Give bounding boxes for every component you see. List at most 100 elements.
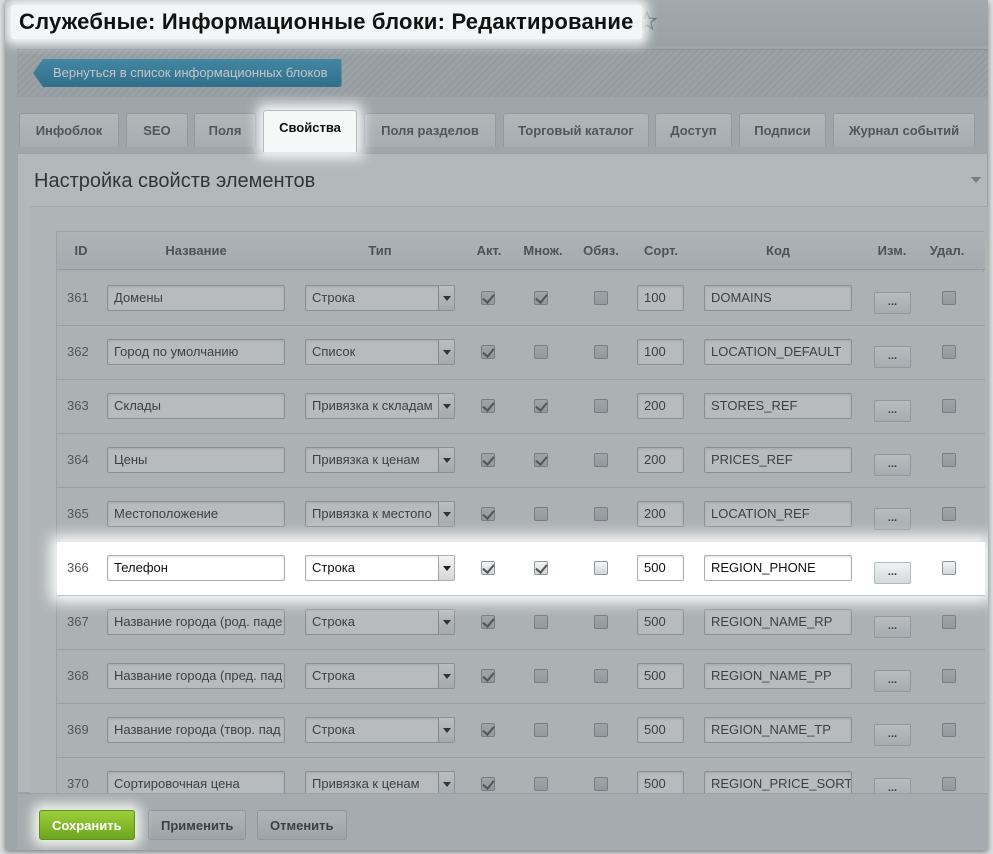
tab-event-log[interactable]: Журнал событий (833, 113, 975, 147)
required-checkbox[interactable] (594, 669, 608, 683)
delete-checkbox[interactable] (942, 345, 956, 359)
property-type-select[interactable]: Строка (305, 285, 455, 311)
property-type-select[interactable]: Привязка к местопо (305, 501, 455, 527)
table-row: 361 Домены Строка 100 DOMAINS... (57, 272, 985, 326)
tab-fields[interactable]: Поля (194, 113, 256, 147)
tab-section-fields[interactable]: Поля разделов (364, 113, 496, 147)
delete-checkbox[interactable] (942, 777, 956, 791)
cancel-button[interactable]: Отменить (257, 810, 347, 840)
delete-checkbox[interactable] (942, 291, 956, 305)
property-type-select[interactable]: Строка (305, 609, 455, 635)
multiple-checkbox[interactable] (534, 291, 548, 305)
delete-checkbox[interactable] (942, 399, 956, 413)
edit-property-button[interactable]: ... (874, 346, 911, 368)
property-type-select[interactable]: Привязка к складам (305, 393, 455, 419)
required-checkbox[interactable] (594, 291, 608, 305)
property-type-select[interactable]: Строка (305, 555, 455, 581)
multiple-checkbox[interactable] (534, 723, 548, 737)
sort-input[interactable]: 200 (637, 447, 684, 473)
code-input[interactable]: DOMAINS (704, 285, 852, 311)
multiple-checkbox[interactable] (534, 561, 548, 575)
delete-checkbox[interactable] (942, 507, 956, 521)
code-input[interactable]: LOCATION_REF (704, 501, 852, 527)
active-checkbox[interactable] (481, 345, 495, 359)
property-name-input[interactable]: Название города (род. паде (107, 609, 285, 635)
property-name-input[interactable]: Телефон (107, 555, 285, 581)
edit-property-button[interactable]: ... (874, 724, 911, 746)
required-checkbox[interactable] (594, 345, 608, 359)
property-type-select[interactable]: Строка (305, 663, 455, 689)
tab-seo[interactable]: SEO (126, 113, 188, 147)
sort-input[interactable]: 200 (637, 501, 684, 527)
tab-trade-catalog[interactable]: Торговый каталог (503, 113, 649, 147)
required-checkbox[interactable] (594, 777, 608, 791)
multiple-checkbox[interactable] (534, 507, 548, 521)
active-checkbox[interactable] (481, 615, 495, 629)
active-checkbox[interactable] (481, 399, 495, 413)
tab-captions[interactable]: Подписи (739, 113, 826, 147)
active-checkbox[interactable] (481, 777, 495, 791)
required-checkbox[interactable] (594, 453, 608, 467)
active-checkbox[interactable] (481, 669, 495, 683)
edit-property-button[interactable]: ... (874, 454, 911, 476)
sort-input[interactable]: 500 (637, 663, 684, 689)
back-to-list-button[interactable]: Вернуться в список информационных блоков (33, 59, 342, 87)
save-button[interactable]: Сохранить (39, 810, 135, 840)
delete-checkbox[interactable] (942, 453, 956, 467)
sort-input[interactable]: 200 (637, 393, 684, 419)
sort-input[interactable]: 100 (637, 285, 684, 311)
tab-access[interactable]: Доступ (655, 113, 732, 147)
active-checkbox[interactable] (481, 507, 495, 521)
code-input[interactable]: REGION_NAME_RP (704, 609, 852, 635)
edit-property-button[interactable]: ... (874, 400, 911, 422)
property-type-select[interactable]: Список (305, 339, 455, 365)
delete-checkbox[interactable] (942, 723, 956, 737)
multiple-checkbox[interactable] (534, 345, 548, 359)
required-checkbox[interactable] (594, 723, 608, 737)
required-checkbox[interactable] (594, 561, 608, 575)
active-checkbox[interactable] (481, 723, 495, 737)
delete-checkbox[interactable] (942, 669, 956, 683)
property-name-input[interactable]: Склады (107, 393, 285, 419)
code-input[interactable]: REGION_NAME_PP (704, 663, 852, 689)
property-name-input[interactable]: Название города (пред. пад (107, 663, 285, 689)
delete-checkbox[interactable] (942, 561, 956, 575)
edit-property-button[interactable]: ... (874, 616, 911, 638)
active-checkbox[interactable] (481, 291, 495, 305)
active-checkbox[interactable] (481, 561, 495, 575)
tab-properties[interactable]: Свойства (263, 110, 357, 152)
required-checkbox[interactable] (594, 399, 608, 413)
property-type-select[interactable]: Привязка к ценам (305, 447, 455, 473)
property-type-select[interactable]: Строка (305, 717, 455, 743)
tab-infoblock[interactable]: Инфоблок (19, 113, 119, 147)
required-checkbox[interactable] (594, 615, 608, 629)
code-input[interactable]: LOCATION_DEFAULT (704, 339, 852, 365)
delete-checkbox[interactable] (942, 615, 956, 629)
required-checkbox[interactable] (594, 507, 608, 521)
apply-button[interactable]: Применить (148, 810, 247, 840)
sort-input[interactable]: 500 (637, 609, 684, 635)
multiple-checkbox[interactable] (534, 777, 548, 791)
code-input[interactable]: STORES_REF (704, 393, 852, 419)
sort-input[interactable]: 500 (637, 555, 684, 581)
property-name-input[interactable]: Домены (107, 285, 285, 311)
edit-property-button[interactable]: ... (874, 670, 911, 692)
edit-property-button[interactable]: ... (874, 508, 911, 530)
code-input[interactable]: REGION_NAME_TP (704, 717, 852, 743)
property-name-input[interactable]: Местоположение (107, 501, 285, 527)
code-input[interactable]: REGION_PHONE (704, 555, 852, 581)
active-checkbox[interactable] (481, 453, 495, 467)
code-input[interactable]: PRICES_REF (704, 447, 852, 473)
edit-property-button[interactable]: ... (874, 562, 911, 584)
multiple-checkbox[interactable] (534, 615, 548, 629)
multiple-checkbox[interactable] (534, 399, 548, 413)
sort-input[interactable]: 500 (637, 717, 684, 743)
collapse-icon[interactable] (971, 176, 981, 184)
property-name-input[interactable]: Город по умолчанию (107, 339, 285, 365)
multiple-checkbox[interactable] (534, 453, 548, 467)
multiple-checkbox[interactable] (534, 669, 548, 683)
property-name-input[interactable]: Цены (107, 447, 285, 473)
sort-input[interactable]: 100 (637, 339, 684, 365)
edit-property-button[interactable]: ... (874, 292, 911, 314)
property-name-input[interactable]: Название города (твор. пад (107, 717, 285, 743)
